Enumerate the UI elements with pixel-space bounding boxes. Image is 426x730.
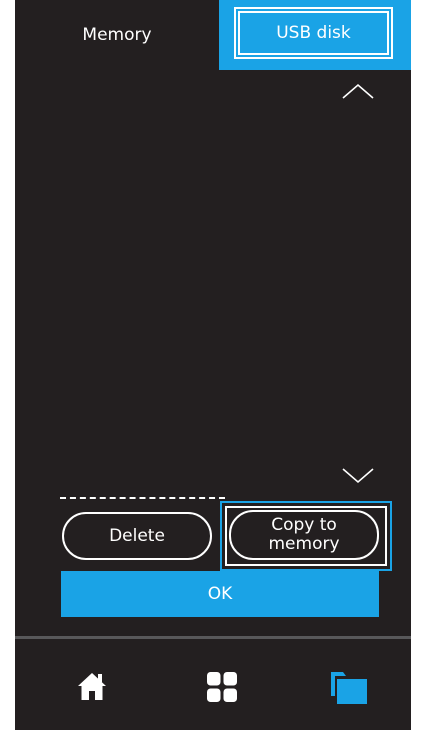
copy-to-memory-button[interactable]: Copy to memory	[229, 510, 379, 560]
tab-usb-disk-label: USB disk	[276, 23, 351, 43]
dashed-divider	[60, 497, 225, 499]
screen: Memory USB disk Delete Copy to memory OK	[15, 0, 411, 730]
tab-usb-disk-focus: USB disk	[238, 11, 389, 55]
home-icon[interactable]	[77, 671, 107, 701]
file-list-area	[15, 110, 411, 460]
tab-memory[interactable]: Memory	[15, 0, 219, 70]
ok-button-label: OK	[207, 584, 233, 604]
tab-usb-disk[interactable]: USB disk	[219, 0, 411, 70]
chevron-down-icon[interactable]	[341, 466, 375, 484]
grid-icon[interactable]	[207, 672, 237, 702]
chevron-up-icon[interactable]	[341, 82, 375, 100]
folder-icon[interactable]	[331, 672, 367, 704]
copy-button-line1: Copy to	[271, 515, 337, 535]
nav-divider	[15, 636, 411, 639]
copy-button-text: Copy to memory	[268, 516, 339, 554]
delete-button-label: Delete	[109, 525, 165, 546]
delete-button[interactable]: Delete	[62, 512, 212, 560]
ok-button[interactable]: OK	[61, 571, 379, 617]
copy-button-line2: memory	[268, 534, 340, 554]
tab-memory-label: Memory	[82, 25, 152, 45]
